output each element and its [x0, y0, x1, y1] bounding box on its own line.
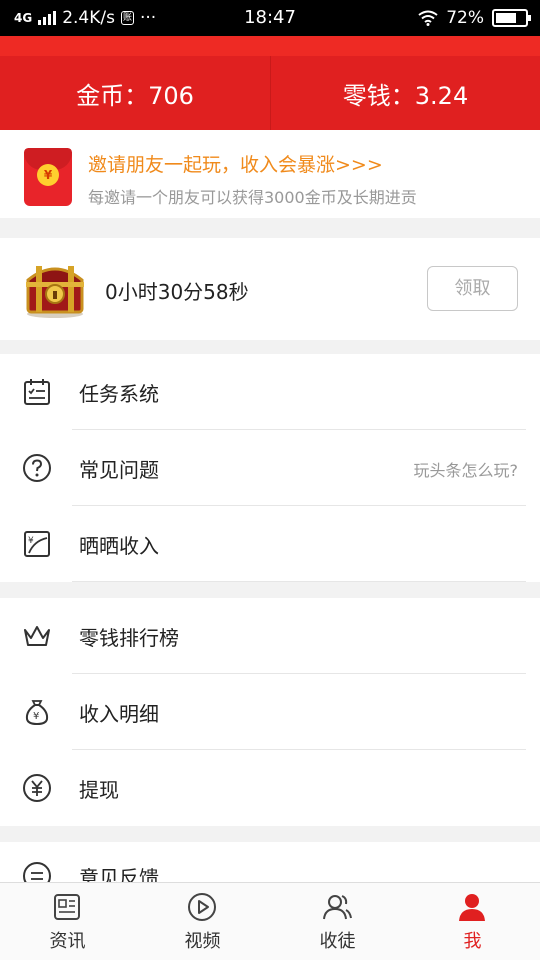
faq-hint: 玩头条怎么玩?	[413, 461, 519, 480]
tab-news[interactable]: 资讯	[0, 883, 135, 960]
crown-icon	[24, 626, 50, 646]
menu-item-income-details[interactable]: ¥ 收入明细	[0, 674, 540, 750]
me-icon	[459, 894, 485, 921]
red-envelope-icon: ¥	[24, 148, 72, 206]
invite-subtitle: 每邀请一个朋友可以获得3000金币及长期进贡	[88, 188, 417, 207]
battery-icon	[492, 9, 531, 27]
menu-label: 零钱排行榜	[79, 626, 179, 650]
change-balance[interactable]: 零钱：3.24	[270, 56, 540, 130]
invite-title[interactable]: 邀请朋友一起玩，收入会暴涨>>>	[88, 150, 383, 177]
wifi-icon	[418, 10, 438, 26]
wallet-header: 金币：706 零钱：3.24	[0, 36, 540, 130]
menu-label: 任务系统	[79, 382, 159, 406]
menu-group-money: 零钱排行榜 ¥ 收入明细 提现	[0, 598, 540, 826]
coins-balance[interactable]: 金币：706	[0, 56, 270, 130]
menu-label: 收入明细	[79, 702, 159, 726]
battery-fill	[496, 13, 517, 23]
menu-item-share-income[interactable]: ¥ 晒晒收入	[0, 506, 540, 582]
svg-text:¥: ¥	[28, 536, 34, 546]
tab-label: 收徒	[319, 931, 356, 952]
menu-item-tasks[interactable]: 任务系统	[0, 354, 540, 430]
tab-label: 资讯	[49, 931, 86, 952]
menu-item-leaderboard[interactable]: 零钱排行榜	[0, 598, 540, 674]
invite-banner[interactable]: ¥ 邀请朋友一起玩，收入会暴涨>>> 每邀请一个朋友可以获得3000金币及长期进…	[0, 130, 540, 218]
claim-button[interactable]: 领取	[427, 266, 518, 311]
disciples-icon	[323, 895, 352, 920]
treasure-chest-row: 0小时30分58秒 领取	[0, 238, 540, 340]
battery-percent: 72%	[446, 8, 484, 28]
treasure-chest-icon[interactable]	[22, 256, 88, 320]
status-right: 72%	[418, 8, 531, 28]
menu-label: 提现	[79, 778, 119, 802]
menu-label: 晒晒收入	[79, 534, 159, 558]
news-icon	[54, 894, 80, 920]
tab-video[interactable]: 视频	[135, 883, 270, 960]
divider	[72, 581, 526, 582]
menu-group-tasks: 任务系统 常见问题 玩头条怎么玩? ¥ 晒晒收入	[0, 354, 540, 582]
bottom-tab-bar: 资讯 视频 收徒 我	[0, 882, 540, 960]
task-calendar-icon	[24, 379, 50, 405]
header-strip	[0, 36, 540, 56]
tab-me[interactable]: 我	[405, 883, 540, 960]
tab-label: 我	[463, 931, 482, 952]
svg-text:¥: ¥	[33, 711, 39, 722]
income-chart-icon: ¥	[24, 531, 50, 557]
money-bag-icon: ¥	[25, 700, 49, 726]
menu-label: 常见问题	[79, 458, 159, 482]
yen-circle-icon	[23, 774, 51, 802]
question-circle-icon	[23, 454, 51, 482]
status-bar: 4G 2.4K/s 账 ··· 18:47 72%	[0, 0, 540, 36]
tab-disciples[interactable]: 收徒	[270, 883, 405, 960]
play-icon	[188, 893, 216, 921]
menu-item-faq[interactable]: 常见问题 玩头条怎么玩?	[0, 430, 540, 506]
tab-label: 视频	[184, 931, 221, 952]
menu-item-withdraw[interactable]: 提现	[0, 750, 540, 826]
coin-icon: ¥	[37, 164, 59, 186]
chest-timer: 0小时30分58秒	[105, 280, 249, 304]
